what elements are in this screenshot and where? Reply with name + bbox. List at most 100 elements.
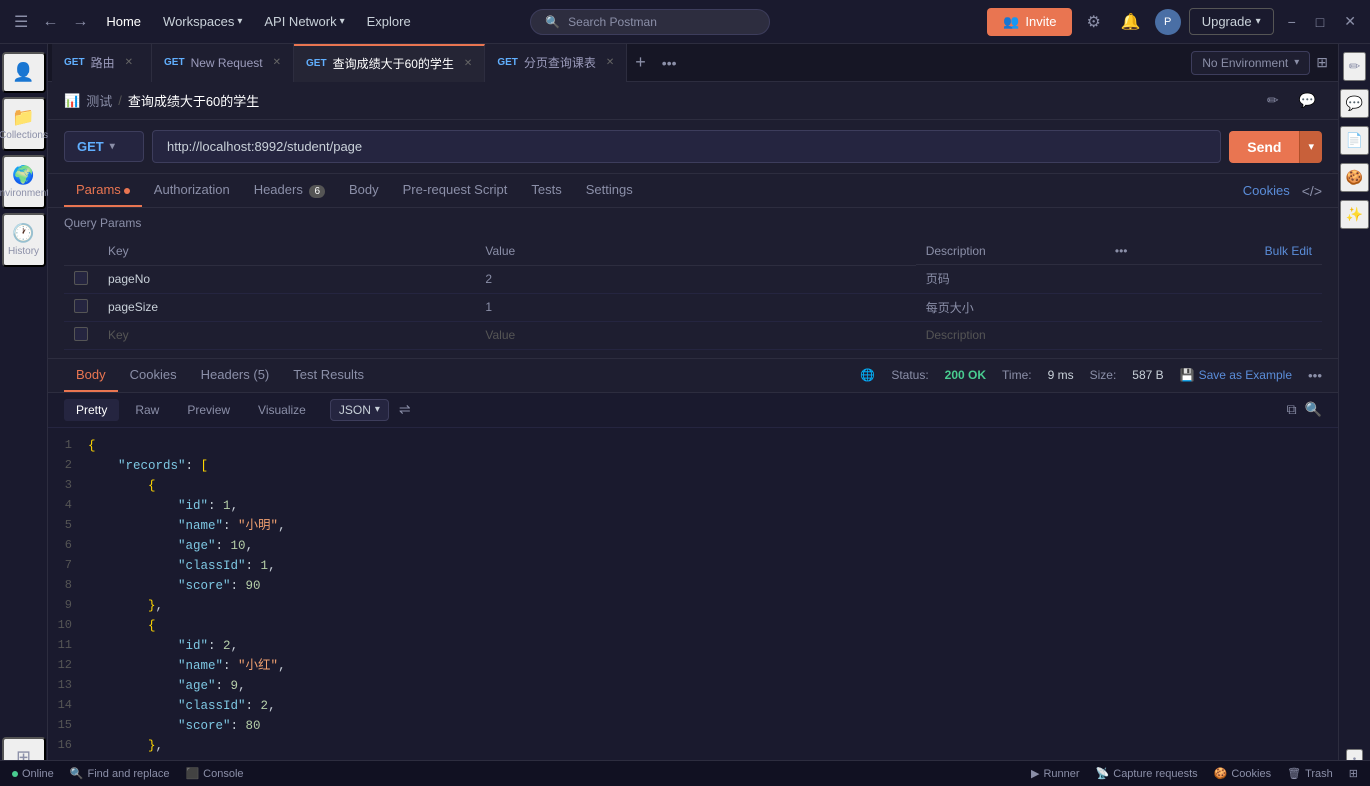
req-tab-pre-request[interactable]: Pre-request Script xyxy=(391,174,520,207)
workspaces-nav[interactable]: Workspaces ▾ xyxy=(153,8,252,35)
online-status[interactable]: Online xyxy=(12,768,54,780)
breadcrumb-parent[interactable]: 测试 xyxy=(86,91,112,110)
send-dropdown[interactable]: ▾ xyxy=(1299,131,1322,163)
minimize-button[interactable]: − xyxy=(1282,12,1302,32)
row-value-1[interactable]: 1 xyxy=(475,293,915,321)
row-desc-0[interactable]: 页码 xyxy=(916,265,1322,293)
sidebar-item-history[interactable]: 🕐 History xyxy=(2,213,46,267)
collections-label: Collections xyxy=(0,130,48,141)
new-tab-button[interactable]: + xyxy=(627,52,654,73)
line-content-15: "score": 80 xyxy=(88,716,261,736)
more-icon[interactable]: ••• xyxy=(1115,244,1128,258)
url-input[interactable] xyxy=(152,130,1221,163)
resp-tab-body[interactable]: Body xyxy=(64,359,118,392)
env-label: No Environment xyxy=(1202,56,1288,70)
tab-close-0[interactable]: ✕ xyxy=(125,57,133,68)
row-check-0[interactable] xyxy=(64,265,98,293)
comment-icon[interactable]: 💬 xyxy=(1293,89,1322,112)
capture-item[interactable]: 📡 Capture requests xyxy=(1096,767,1198,780)
query-params-section: Query Params Key Value Description ••• B… xyxy=(48,208,1338,358)
right-edit-icon[interactable]: ✏ xyxy=(1343,52,1367,81)
row-key-0[interactable]: pageNo xyxy=(98,265,475,293)
runner-item[interactable]: ▶ Runner xyxy=(1031,767,1080,780)
req-tab-settings[interactable]: Settings xyxy=(574,174,645,207)
row-check-1[interactable] xyxy=(64,293,98,321)
sidebar-item-collections[interactable]: 📁 Collections xyxy=(2,97,46,151)
breadcrumb: 📊 测试 / 查询成绩大于60的学生 xyxy=(64,91,259,110)
empty-value[interactable]: Value xyxy=(475,321,915,349)
maximize-button[interactable]: □ xyxy=(1310,12,1330,32)
cookies-link[interactable]: Cookies xyxy=(1243,183,1290,198)
code-tab-visualize[interactable]: Visualize xyxy=(246,399,318,421)
home-nav[interactable]: Home xyxy=(96,8,151,35)
back-button[interactable]: ← xyxy=(36,9,64,35)
send-button[interactable]: Send xyxy=(1229,131,1299,163)
hamburger-icon[interactable]: ☰ xyxy=(8,8,34,36)
tab-2[interactable]: GET 查询成绩大于60的学生 ✕ xyxy=(294,44,485,82)
sidebar-item-environments[interactable]: 🌍 Environments xyxy=(2,155,46,209)
line-num-14: 14 xyxy=(48,696,88,715)
resp-tab-test-results[interactable]: Test Results xyxy=(281,359,376,392)
environment-settings-icon[interactable]: ⊞ xyxy=(1310,54,1334,71)
tabs-bar: GET 路由 ✕ GET New Request ✕ GET 查询成绩大于60的… xyxy=(48,44,1338,82)
code-icon[interactable]: </> xyxy=(1302,183,1322,199)
copy-icon[interactable]: ⧉ xyxy=(1287,401,1297,418)
cookies-item[interactable]: 🍪 Cookies xyxy=(1214,767,1271,780)
resp-tab-cookies[interactable]: Cookies xyxy=(118,359,189,392)
tab-1[interactable]: GET New Request ✕ xyxy=(152,44,294,82)
tab-close-3[interactable]: ✕ xyxy=(606,57,614,68)
layout-icon[interactable]: ⊞ xyxy=(1349,767,1358,780)
req-tab-headers[interactable]: Headers 6 xyxy=(242,174,337,207)
search-code-icon[interactable]: 🔍 xyxy=(1305,401,1322,418)
req-tab-authorization[interactable]: Authorization xyxy=(142,174,242,207)
notification-icon[interactable]: 🔔 xyxy=(1115,8,1147,36)
tab-3[interactable]: GET 分页查询课表 ✕ xyxy=(485,44,627,82)
close-button[interactable]: ✕ xyxy=(1338,11,1362,32)
empty-key[interactable]: Key xyxy=(98,321,475,349)
req-tab-body[interactable]: Body xyxy=(337,174,391,207)
explore-nav[interactable]: Explore xyxy=(357,8,421,35)
code-tab-preview[interactable]: Preview xyxy=(175,399,242,421)
method-select[interactable]: GET ▾ xyxy=(64,131,144,162)
req-tab-params[interactable]: Params xyxy=(64,174,142,207)
settings-icon[interactable]: ⚙ xyxy=(1080,8,1106,36)
code-tab-pretty[interactable]: Pretty xyxy=(64,399,119,421)
save-example-button[interactable]: 💾 Save as Example xyxy=(1180,368,1292,382)
row-value-0[interactable]: 2 xyxy=(475,265,915,293)
table-row: pageNo 2 页码 xyxy=(64,265,1322,293)
tab-method-0: GET xyxy=(64,57,85,68)
right-document-icon[interactable]: 📄 xyxy=(1340,126,1369,155)
format-icon[interactable]: ⇌ xyxy=(399,401,411,418)
upgrade-button[interactable]: Upgrade ▾ xyxy=(1189,8,1274,35)
tab-0[interactable]: GET 路由 ✕ xyxy=(52,44,152,82)
api-network-nav[interactable]: API Network ▾ xyxy=(254,8,354,35)
find-replace[interactable]: 🔍 Find and replace xyxy=(70,767,170,780)
avatar[interactable]: P xyxy=(1155,9,1181,35)
environment-selector[interactable]: No Environment ▾ xyxy=(1191,51,1310,75)
console-item[interactable]: ⬛ Console xyxy=(185,767,243,780)
row-key-1[interactable]: pageSize xyxy=(98,293,475,321)
empty-check[interactable] xyxy=(64,321,98,349)
invite-button[interactable]: 👥 Invite xyxy=(987,8,1072,36)
row-desc-1[interactable]: 每页大小 xyxy=(916,293,1322,321)
right-magic-icon[interactable]: ✨ xyxy=(1340,200,1369,229)
search-bar[interactable]: 🔍 Search Postman xyxy=(530,9,770,35)
tab-close-1[interactable]: ✕ xyxy=(273,57,281,68)
trash-item[interactable]: 🗑 Trash xyxy=(1287,767,1333,780)
empty-desc[interactable]: Description xyxy=(916,321,1322,349)
line-num-1: 1 xyxy=(48,436,88,455)
json-format-selector[interactable]: JSON ▾ xyxy=(330,399,389,421)
code-tab-raw[interactable]: Raw xyxy=(123,399,171,421)
resp-tab-headers[interactable]: Headers (5) xyxy=(189,359,282,392)
bulk-edit[interactable]: Bulk Edit xyxy=(1265,244,1312,258)
cookies-status-icon: 🍪 xyxy=(1214,767,1228,780)
forward-button[interactable]: → xyxy=(66,9,94,35)
more-tabs-button[interactable]: ••• xyxy=(654,55,685,71)
resp-more-button[interactable]: ••• xyxy=(1308,368,1322,383)
right-cookie-icon[interactable]: 🍪 xyxy=(1340,163,1369,192)
right-comment-icon[interactable]: 💬 xyxy=(1340,89,1369,118)
edit-icon[interactable]: ✏ xyxy=(1261,89,1285,112)
tab-close-2[interactable]: ✕ xyxy=(464,58,472,69)
req-tab-tests[interactable]: Tests xyxy=(519,174,573,207)
sidebar-item-profile[interactable]: 👤 xyxy=(2,52,46,93)
